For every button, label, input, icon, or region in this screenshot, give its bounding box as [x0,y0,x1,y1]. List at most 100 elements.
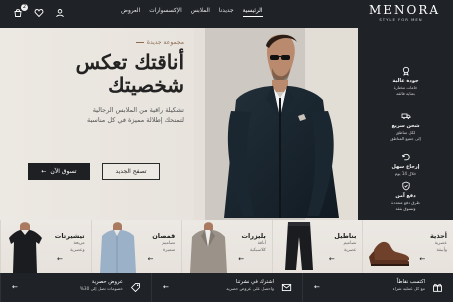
truck-icon [401,113,410,120]
feature-shipping: شحن سريع لكل مناطق إلى جميع المناطق [358,111,453,141]
category-blazers-sub-1: أناقة [257,241,266,246]
tag-icon [130,283,140,293]
promo-offers-title: عروض حصرية [91,279,123,285]
shoe-image [369,241,410,266]
category-card-blazers[interactable]: بليزرات أناقة كلاسيكية ← [181,220,272,273]
wishlist-button[interactable] [33,7,45,19]
promo-newsletter-copy: اشترك في نشرتنا واحصل على عروض حصرية [182,279,274,292]
browse-new-button[interactable]: تصفح الجديد [102,163,160,180]
nav-item-clothing[interactable]: الملابس [191,8,210,17]
hero-title: أناقتك تعكس شخصيتك [18,51,184,97]
category-shoes-title: أحذية [429,232,447,240]
categories-strip: أحذية عصرية وأنيقة ← بناطيل تصاميم عصرية… [0,220,453,273]
header-icons: 2 [12,4,66,19]
brand-logo[interactable]: MENORA STYLE FOR MEN [369,3,441,22]
promo-offers-desc: خصومات تصل إلى 30% [79,286,123,291]
arrow-left-icon: ← [163,283,169,291]
page: 2 الرئيسية جديدنا الملابس الإكسسوارات ال… [0,0,453,302]
nav-item-new[interactable]: جديدنا [219,8,234,17]
promo-offers-copy: عروض حصرية خصومات تصل إلى 30% [31,279,123,292]
blazer-image [190,222,228,273]
promo-newsletter-desc: واحصل على عروض حصرية [226,286,274,291]
shop-now-button[interactable]: ← تسوق الآن [28,163,90,180]
category-shoes-sub-2: وأنيقة [436,247,447,253]
category-tshirts-sub-2: وعصرية [70,247,85,253]
arrow-left-icon: ← [12,283,18,291]
gift-icon [433,283,442,292]
shop-now-label: تسوق الآن [50,168,77,175]
feature-shipping-desc-1: لكل مناطق [395,130,416,135]
category-card-shoes[interactable]: أحذية عصرية وأنيقة ← [362,220,453,273]
promo-bar: اكتسب نقاطاً مع كل عملية شراء ← اشترك في… [0,273,453,302]
site-header: 2 الرئيسية جديدنا الملابس الإكسسوارات ال… [0,0,453,28]
brand-name: MENORA [369,3,441,17]
hero-title-line-2: شخصيتك [108,73,184,97]
hero-subtitle-line-1: تشكيلة راقية من الملابس الرجالية [92,106,184,114]
nav-item-accessories[interactable]: الإكسسوارات [149,8,182,17]
heart-icon [34,9,44,18]
mail-icon [281,283,292,292]
category-tshirts-sub-1: مريحة [73,241,85,246]
badge-icon [402,66,409,76]
promo-points-title: اكتسب نقاطاً [396,279,425,285]
return-icon [401,153,410,161]
promo-points[interactable]: اكتسب نقاطاً مع كل عملية شراء ← [302,273,453,302]
feature-returns-title: إرجاع سهل [391,164,420,170]
promo-newsletter-title: اشترك في نشرتنا [235,279,274,285]
category-shoes-copy: أحذية عصرية وأنيقة [412,232,447,253]
category-pants-copy: بناطيل تصاميم عصرية [321,232,356,253]
feature-returns-desc-1: خلال 14 يوم [394,171,417,176]
arrow-left-icon: ← [314,283,320,291]
category-pants-sub-1: تصاميم [343,241,357,246]
hero-subtitle: تشكيلة راقية من الملابس الرجالية لتمنحك … [18,105,184,125]
category-shirts-sub-2: متميزة [162,247,176,253]
hero-copy: مجموعة جديدة أناقتك تعكس شخصيتك تشكيلة ر… [18,39,184,125]
category-card-pants[interactable]: بناطيل تصاميم عصرية ← [271,220,363,273]
feature-payment: دفع آمن طرق دفع متعددة وتسوق بثقة [358,181,453,211]
shirt-image [99,222,136,273]
secure-payment-icon [401,181,410,191]
brand-tagline: STYLE FOR MEN [379,17,423,22]
arrow-left-icon: ← [419,255,426,263]
category-card-shirts[interactable]: قمصان تصاميم متميزة ← [90,220,182,273]
arrow-left-icon: ← [41,168,47,175]
nav-item-home[interactable]: الرئيسية [242,8,263,17]
nav-item-offers[interactable]: العروض [121,8,140,17]
cart-count-badge: 2 [21,4,28,11]
feature-quality-title: جودة عالية [392,78,419,84]
category-shirts-sub-1: تصاميم [162,241,176,246]
main-nav: الرئيسية جديدنا الملابس الإكسسوارات العر… [121,8,263,17]
user-icon [56,9,64,18]
hero-title-line-1: أناقتك تعكس [75,50,184,74]
feature-shipping-title: شحن سريع [391,123,420,129]
category-card-tshirts[interactable]: تيشيرتات مريحة وعصرية ← [0,220,91,273]
hero-model-image [194,28,364,220]
feature-quality-desc-2: بعناية فائقة [396,91,415,96]
hero-actions: ← تسوق الآن تصفح الجديد [28,163,160,180]
features-panel: جودة عالية خامات مختارة بعناية فائقة شحن… [358,28,453,220]
category-pants-sub-2: عصرية [343,247,357,253]
pants-image [284,222,313,270]
feature-returns: إرجاع سهل خلال 14 يوم [358,152,453,176]
promo-points-copy: اكتسب نقاطاً مع كل عملية شراء [333,279,425,292]
category-tshirts-title: تيشيرتات [54,232,85,240]
cart-button[interactable]: 2 [12,4,28,19]
arrow-left-icon: ← [147,255,154,263]
category-blazers-copy: بليزرات أناقة كلاسيكية [231,232,266,253]
category-blazers-title: بليزرات [241,232,266,240]
category-shirts-copy: قمصان تصاميم متميزة [140,232,175,253]
feature-shipping-desc-2: إلى جميع المناطق [390,136,421,141]
hero-subtitle-line-2: لتمنحك إطلالة مميزة في كل مناسبة [86,116,184,124]
feature-payment-desc-1: طرق دفع متعددة [391,200,420,205]
account-button[interactable] [54,7,66,19]
category-blazers-sub-2: كلاسيكية [249,247,266,253]
arrow-left-icon: ← [57,255,63,263]
category-shirts-title: قمصان [152,232,176,240]
promo-offers[interactable]: عروض حصرية خصومات تصل إلى 30% ← [0,273,151,302]
category-shoes-sub-1: عصرية [434,241,447,246]
tshirt-image [9,222,43,273]
browse-new-label: تصفح الجديد [115,168,147,175]
arrow-left-icon: ← [238,255,245,263]
promo-newsletter[interactable]: اشترك في نشرتنا واحصل على عروض حصرية ← [151,273,302,302]
promo-points-desc: مع كل عملية شراء [392,286,425,291]
